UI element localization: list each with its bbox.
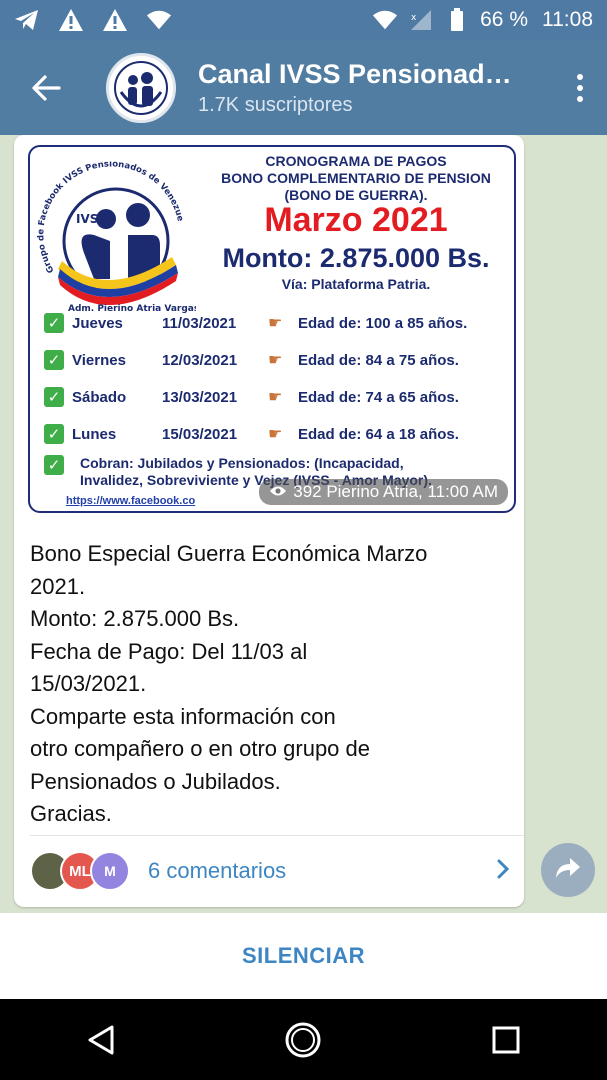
channel-avatar[interactable]	[106, 52, 176, 123]
pointing-hand-icon: ☛	[268, 426, 283, 443]
signal-icon: x	[408, 7, 434, 33]
wifi-icon	[372, 7, 398, 33]
poster-via: Vía: Plataforma Patria.	[281, 276, 431, 292]
checkmark-icon: ✓	[44, 455, 64, 475]
schedule-row: ✓ Viernes 12/03/2021 ☛ Edad de: 84 a 75 …	[44, 348, 514, 372]
wifi-icon	[146, 7, 172, 33]
message-bubble: Grupo de Facebook IVSS Pensionados de Ve…	[14, 135, 524, 907]
subscriber-count: 1.7K suscriptores	[198, 93, 353, 116]
schedule-row: ✓ Sábado 13/03/2021 ☛ Edad de: 74 a 65 a…	[44, 385, 514, 409]
back-arrow-icon[interactable]	[16, 58, 76, 118]
channel-title[interactable]: Canal IVSS Pensionad…	[198, 59, 538, 90]
telegram-icon	[14, 7, 40, 33]
ivss-logo: Grupo de Facebook IVSS Pensionados de Ve…	[33, 154, 199, 321]
mute-button[interactable]: SILENCIAR	[0, 913, 607, 999]
message-image[interactable]: Grupo de Facebook IVSS Pensionados de Ve…	[28, 145, 516, 513]
battery-level: 66 %	[480, 8, 528, 31]
warning-icon	[58, 7, 84, 33]
nav-back-icon[interactable]	[71, 1010, 131, 1070]
poster-heading: CRONOGRAMA DE PAGOS BONO COMPLEMENTARIO …	[221, 153, 491, 203]
share-arrow-icon	[555, 857, 581, 884]
checkmark-icon: ✓	[44, 313, 64, 333]
schedule-row: ✓ Lunes 15/03/2021 ☛ Edad de: 64 a 18 añ…	[44, 422, 514, 446]
svg-text:x: x	[411, 13, 417, 23]
warning-icon	[102, 7, 128, 33]
divider	[30, 835, 524, 836]
system-nav-bar	[0, 999, 607, 1080]
view-count-badge: 392 Pierino Atria, 11:00 AM	[259, 479, 508, 505]
nav-home-icon[interactable]	[273, 1010, 333, 1070]
pointing-hand-icon: ☛	[268, 352, 283, 369]
chat-area: Grupo de Facebook IVSS Pensionados de Ve…	[0, 135, 607, 913]
checkmark-icon: ✓	[44, 387, 64, 407]
status-bar: x 66 % 11:08	[0, 0, 607, 40]
eye-icon	[269, 482, 287, 502]
schedule-row: ✓ Jueves 11/03/2021 ☛ Edad de: 100 a 85 …	[44, 311, 514, 335]
pointing-hand-icon: ☛	[268, 389, 283, 406]
comments-label[interactable]: 6 comentarios	[148, 858, 286, 884]
checkmark-icon: ✓	[44, 424, 64, 444]
poster-amount: Monto: 2.875.000 Bs.	[222, 243, 490, 273]
share-button[interactable]	[541, 843, 595, 897]
chevron-right-icon[interactable]	[496, 856, 510, 887]
pointing-hand-icon: ☛	[268, 315, 283, 332]
poster-month: Marzo 2021	[264, 201, 448, 239]
nav-recents-icon[interactable]	[476, 1010, 536, 1070]
more-options-icon[interactable]	[577, 73, 583, 102]
channel-header: Canal IVSS Pensionad… 1.7K suscriptores	[0, 40, 607, 135]
comments-button[interactable]: ML M 6 comentarios	[30, 847, 510, 895]
checkmark-icon: ✓	[44, 350, 64, 370]
message-text: Bono Especial Guerra Económica Marzo 202…	[30, 541, 428, 826]
poster-link: https://www.facebook.co	[66, 495, 196, 507]
clock: 11:08	[542, 8, 593, 31]
battery-icon	[444, 7, 470, 33]
commenter-avatar: M	[90, 851, 130, 891]
